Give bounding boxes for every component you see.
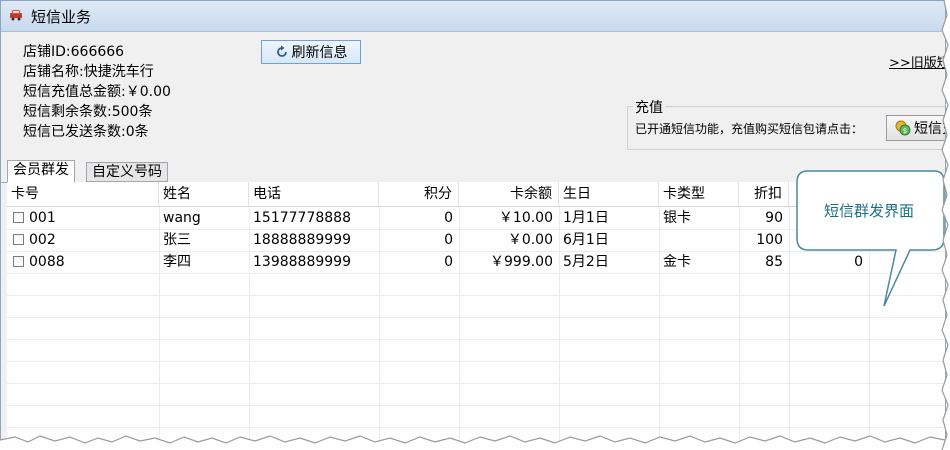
card-cell[interactable]: 0088 — [7, 251, 159, 273]
tab-member-broadcast[interactable]: 会员群发 — [7, 160, 75, 183]
refresh-info-button[interactable]: 刷新信息 — [261, 40, 361, 64]
member-card-type — [659, 229, 739, 251]
svg-text:$: $ — [903, 127, 907, 135]
shop-name-text: 店铺名称:快捷洗车行 — [23, 64, 154, 80]
callout-bubble — [796, 170, 945, 307]
col-header-birthday[interactable]: 生日 — [559, 182, 659, 207]
recharge-hint-text: 已开通短信功能，充值购买短信包请点击： — [635, 122, 864, 136]
member-name: wang — [163, 210, 201, 226]
refresh-icon — [276, 45, 287, 57]
col-header-card-type[interactable]: 卡类型 — [659, 182, 739, 207]
card-cell[interactable]: 001 — [7, 207, 159, 229]
torn-edge-right — [941, 0, 950, 450]
member-phone: 13988889999 — [253, 254, 351, 270]
row-checkbox[interactable] — [13, 212, 24, 223]
member-phone: 18888889999 — [253, 232, 351, 248]
member-points: 0 — [444, 232, 453, 248]
member-name: 李四 — [163, 254, 191, 270]
tab-custom-numbers[interactable]: 自定义号码 — [86, 162, 168, 182]
recharge-total-text: 短信充值总金额:￥0.00 — [23, 84, 171, 100]
callout-text: 短信群发界面 — [823, 202, 914, 220]
col-header-balance[interactable]: 卡余额 — [459, 182, 559, 207]
window-title: 短信业务 — [31, 8, 92, 26]
member-points: 0 — [444, 254, 453, 270]
col-header-phone[interactable]: 电话 — [249, 182, 379, 207]
col-header-card-no[interactable]: 卡号 — [7, 182, 159, 207]
member-name: 张三 — [163, 232, 191, 248]
sent-count-text: 短信已发送条数:0条 — [23, 124, 149, 140]
row-checkbox[interactable] — [13, 234, 24, 245]
remaining-count-text: 短信剩余条数:500条 — [23, 104, 153, 120]
member-birthday: 5月2日 — [563, 254, 609, 270]
member-card-type: 金卡 — [663, 254, 691, 270]
shop-id-text: 店铺ID:666666 — [23, 44, 125, 60]
col-header-name[interactable]: 姓名 — [159, 182, 249, 207]
member-birthday: 6月1日 — [563, 232, 609, 248]
recharge-legend: 充值 — [633, 97, 665, 117]
member-card-type: 银卡 — [663, 210, 691, 226]
member-birthday: 1月1日 — [563, 210, 609, 226]
coin-icon: $ — [895, 120, 911, 136]
row-checkbox[interactable] — [13, 256, 24, 267]
member-balance: ￥999.00 — [490, 254, 553, 270]
col-header-discount[interactable]: 折扣 — [739, 182, 789, 207]
member-discount: 100 — [756, 232, 783, 248]
member-discount: 90 — [765, 210, 783, 226]
refresh-info-label: 刷新信息 — [291, 45, 348, 61]
member-balance: ￥10.00 — [498, 210, 553, 226]
torn-edge-bottom — [0, 435, 950, 450]
title-bar[interactable]: 短信业务 — [1, 1, 945, 32]
card-cell[interactable]: 002 — [7, 229, 159, 251]
card-no: 0088 — [29, 254, 65, 270]
card-no: 001 — [29, 210, 56, 226]
col-header-points[interactable]: 积分 — [379, 182, 459, 207]
member-phone: 15177778888 — [253, 210, 351, 226]
card-no: 002 — [29, 232, 56, 248]
member-discount: 85 — [765, 254, 783, 270]
member-points: 0 — [444, 210, 453, 226]
member-balance: ￥0.00 — [507, 232, 553, 248]
car-icon — [10, 10, 22, 21]
